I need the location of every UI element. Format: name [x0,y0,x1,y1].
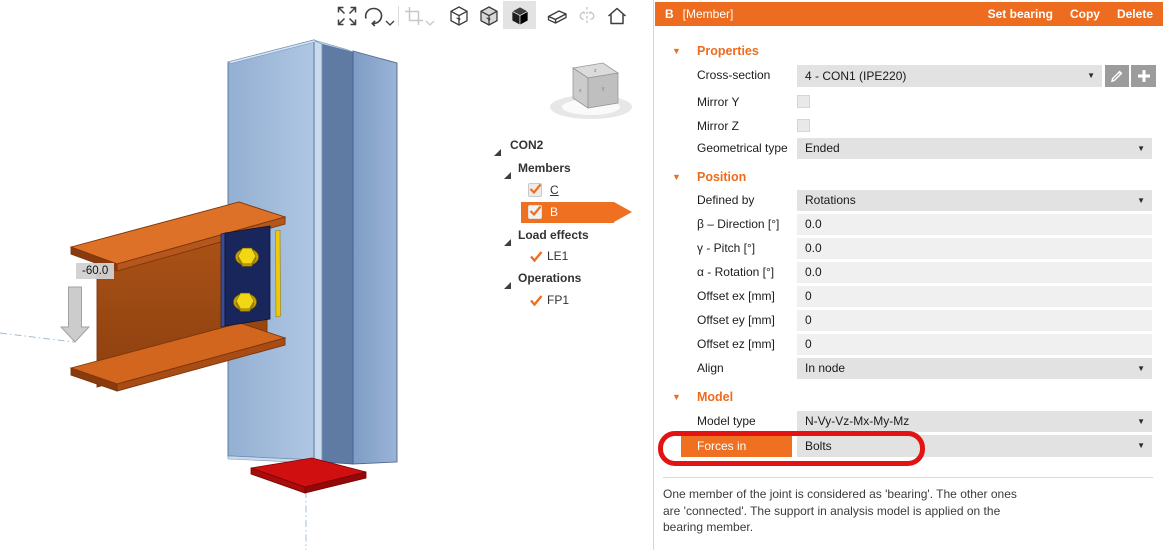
section-model[interactable]: Model [697,389,733,405]
check-icon [530,295,543,307]
defined-by-label: Defined by [697,193,755,207]
mirror-view-icon[interactable] [575,4,599,28]
cross-section-label: Cross-section [697,68,771,82]
mirror-y-checkbox[interactable] [797,95,810,108]
dropdown-caret-icon: ▼ [1137,417,1145,426]
offset-ez-label: Offset ez [mm] [697,337,775,351]
check-icon [529,205,542,217]
section-crop-icon[interactable] [402,4,426,28]
tree-node-label: CON2 [510,138,544,152]
expander-icon[interactable] [504,275,511,296]
expander-icon[interactable] [504,165,511,186]
crop-dropdown-chevron[interactable] [425,13,435,26]
collapse-arrow-icon[interactable]: ▼ [672,43,681,59]
expander-icon[interactable] [504,232,511,253]
section-properties[interactable]: Properties [697,43,759,59]
load-arrow [59,286,91,343]
alpha-rotation-input[interactable]: 0.0 [797,262,1152,283]
forces-in-highlight: Forces in [681,435,792,457]
dropdown-caret-icon: ▼ [1137,441,1145,450]
app-window: x y z -60.0 CON2 Members C B Load effect… [0,0,1163,550]
toolbar-divider [398,6,399,26]
alpha-rotation-label: α - Rotation [°] [697,265,775,279]
solid-view-icon[interactable] [508,4,532,28]
forces-in-dropdown[interactable]: Bolts ▼ [797,435,1152,457]
geometrical-type-dropdown[interactable]: Ended ▼ [797,138,1152,159]
mirror-z-checkbox[interactable] [797,119,810,132]
gamma-pitch-label: γ - Pitch [°] [697,241,756,255]
tree-node-label: Load effects [518,228,589,242]
check-icon [530,251,543,263]
dropdown-caret-icon: ▼ [1137,196,1145,205]
view-cube[interactable]: x y z [550,62,632,119]
offset-ex-input[interactable]: 0 [797,286,1152,307]
dropdown-caret-icon: ▼ [1137,144,1145,153]
edit-cross-section-button[interactable] [1105,65,1129,87]
tree-item-label: LE1 [547,249,569,263]
cut-wedge-view-icon[interactable] [545,4,569,28]
tree-selection-arrow [614,202,632,222]
home-view-icon[interactable] [605,4,629,28]
beta-direction-input[interactable]: 0.0 [797,214,1152,235]
align-label: Align [697,361,724,375]
expander-icon[interactable] [494,142,501,163]
load-value-label: -60.0 [76,263,115,279]
section-position[interactable]: Position [697,169,746,185]
beta-direction-label: β – Direction [°] [697,217,780,231]
fit-view-icon[interactable] [335,4,359,28]
copy-button[interactable]: Copy [1070,7,1100,21]
offset-ey-label: Offset ey [mm] [697,313,775,327]
align-dropdown[interactable]: In node ▼ [797,358,1152,379]
delete-button[interactable]: Delete [1117,7,1153,21]
set-bearing-button[interactable]: Set bearing [988,7,1053,21]
geometrical-type-label: Geometrical type [697,141,788,155]
tree-node-label: Operations [518,271,582,285]
mirror-z-label: Mirror Z [697,119,739,133]
divider [663,477,1153,478]
project-tree: CON2 Members C B Load effects LE1 Operat… [486,130,653,315]
tree-item-label: B [550,205,559,219]
offset-ex-label: Offset ex [mm] [697,289,775,303]
model-type-dropdown[interactable]: N-Vy-Vz-Mx-My-Mz ▼ [797,411,1152,432]
gamma-pitch-input[interactable]: 0.0 [797,238,1152,259]
add-cross-section-button[interactable] [1131,65,1156,87]
model-type-label: Model type [697,414,756,428]
mirror-y-label: Mirror Y [697,95,740,109]
weld [275,229,281,318]
forces-in-label: Forces in [697,439,747,453]
help-text: One member of the joint is considered as… [663,487,1017,535]
tree-item-label: FP1 [547,293,570,307]
member-type: [Member] [682,7,734,21]
collapse-arrow-icon[interactable]: ▼ [672,389,681,405]
orbit-rotate-icon[interactable] [361,4,385,28]
tree-node-label: Members [518,161,571,175]
wireframe-view-icon[interactable] [447,4,471,28]
dropdown-caret-icon: ▼ [1087,71,1095,80]
tree-item-label: C [550,183,559,197]
defined-by-dropdown[interactable]: Rotations ▼ [797,190,1152,211]
collapse-arrow-icon[interactable]: ▼ [672,169,681,185]
orbit-dropdown-chevron[interactable] [385,13,395,26]
offset-ez-input[interactable]: 0 [797,334,1152,355]
check-icon [529,183,542,195]
panel-header: B [Member] Set bearing Copy Delete [655,2,1163,26]
cross-section-dropdown[interactable]: 4 - CON1 (IPE220) ▼ [797,65,1102,87]
dropdown-caret-icon: ▼ [1137,364,1145,373]
offset-ey-input[interactable]: 0 [797,310,1152,331]
transparent-view-icon[interactable] [477,4,501,28]
fin-plate[interactable] [220,225,271,328]
member-name: B [665,7,674,21]
properties-panel: B [Member] Set bearing Copy Delete ▼ Pro… [653,0,1163,550]
